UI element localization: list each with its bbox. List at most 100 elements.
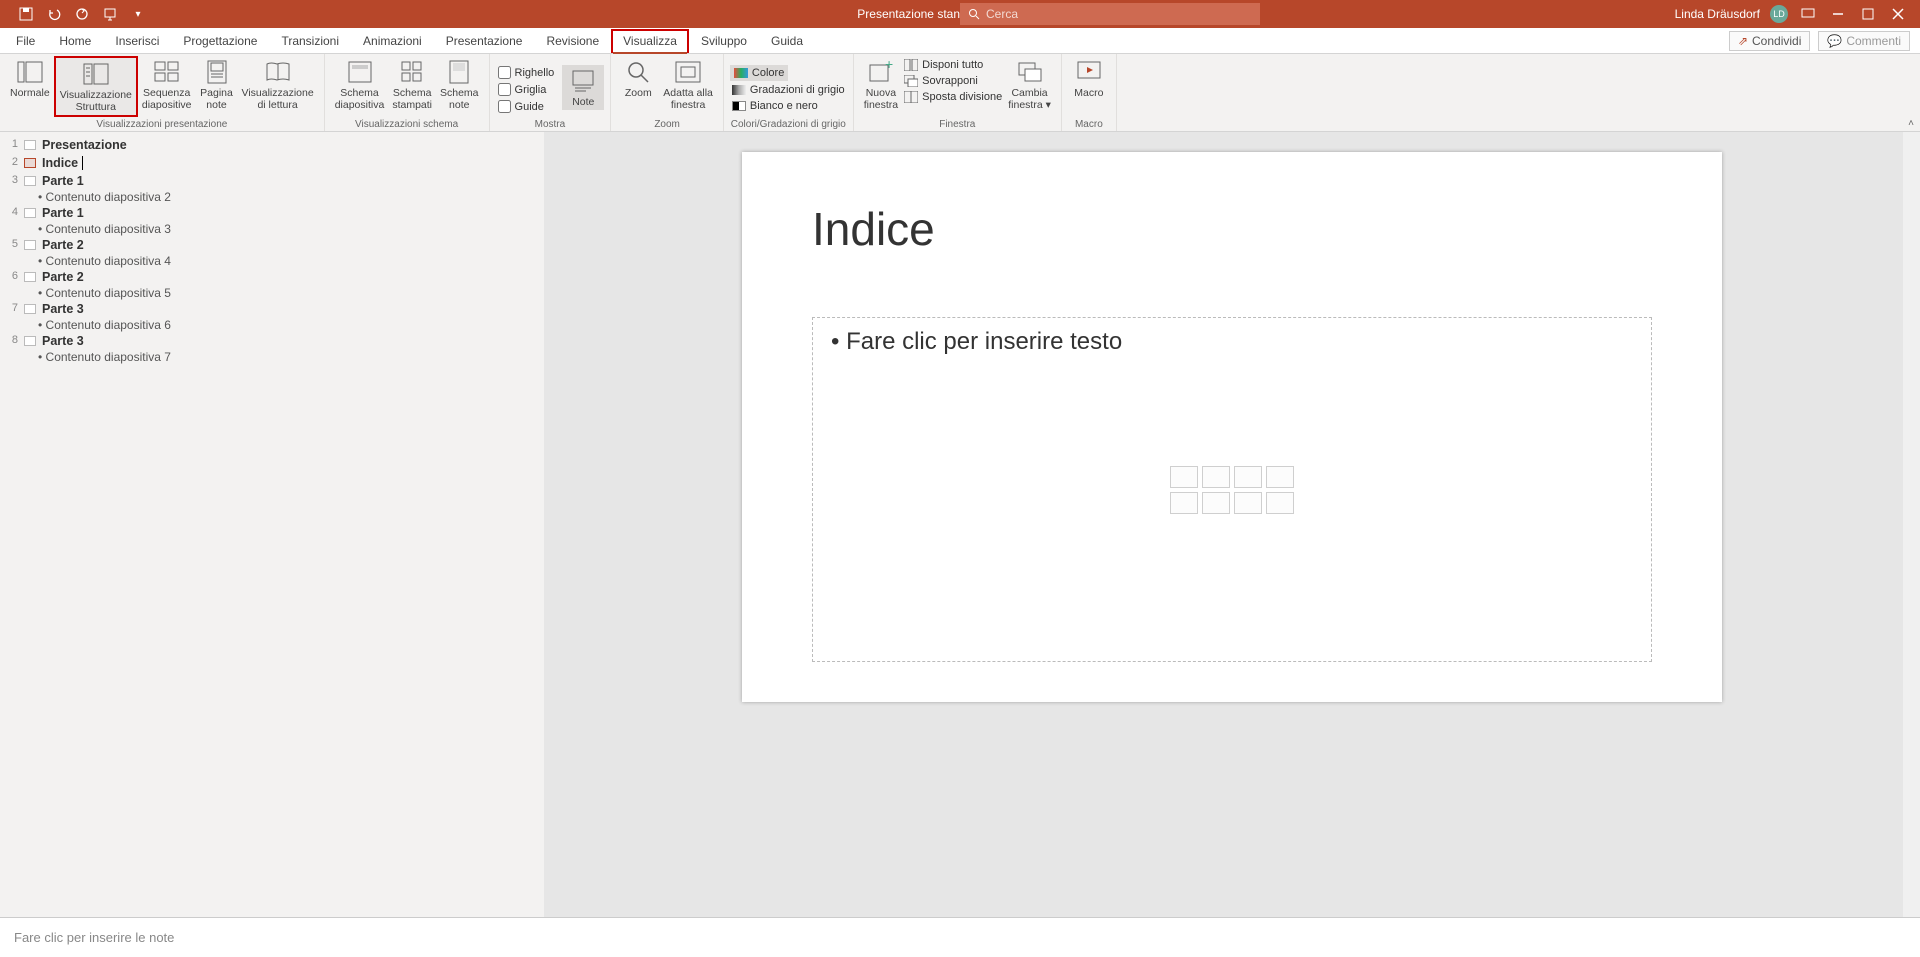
insert-video-icon[interactable] [1234, 492, 1262, 514]
note-button[interactable]: Note [562, 65, 604, 111]
outline-slide-thumb[interactable] [24, 304, 36, 314]
outline-slide-thumb[interactable] [24, 336, 36, 346]
schema-stampati-button[interactable]: Schema stampati [388, 56, 436, 113]
tab-guida[interactable]: Guida [759, 29, 815, 53]
search-box[interactable] [960, 3, 1260, 25]
pagina-note-button[interactable]: Pagina note [196, 56, 238, 113]
qat-customize-icon[interactable]: ▾ [130, 6, 146, 22]
outline-slide-item[interactable]: 3Parte 1 [8, 172, 536, 190]
tab-file[interactable]: File [4, 29, 47, 53]
nuova-finestra-button[interactable]: + Nuova finestra [860, 56, 902, 113]
colore-button[interactable]: Colore [730, 65, 788, 81]
visualizzazione-lettura-button[interactable]: Visualizzazione di lettura [238, 56, 318, 113]
redo-icon[interactable] [74, 6, 90, 22]
outline-slide-item[interactable]: 5Parte 2 [8, 236, 536, 254]
undo-icon[interactable] [46, 6, 62, 22]
switch-window-icon [1016, 58, 1044, 86]
outline-bullet[interactable]: • Contenuto diapositiva 4 [8, 254, 536, 268]
user-avatar[interactable]: LD [1770, 5, 1788, 23]
tab-inserisci[interactable]: Inserisci [103, 29, 171, 53]
outline-bullet[interactable]: • Contenuto diapositiva 6 [8, 318, 536, 332]
ribbon-display-icon[interactable] [1798, 6, 1818, 22]
arrange-all-icon [904, 59, 918, 71]
tab-transizioni[interactable]: Transizioni [269, 29, 351, 53]
outline-pane[interactable]: 1Presentazione2Indice 3Parte 1• Contenut… [0, 132, 544, 917]
placeholder-icons[interactable] [1170, 466, 1294, 514]
content-placeholder[interactable]: • Fare clic per inserire testo [812, 317, 1652, 662]
insert-chart-icon[interactable] [1202, 466, 1230, 488]
outline-slide-title[interactable]: Indice [42, 156, 83, 170]
move-split-icon [904, 91, 918, 103]
outline-slide-thumb[interactable] [24, 208, 36, 218]
collapse-ribbon-icon[interactable]: ˄ [1908, 118, 1914, 129]
outline-slide-title[interactable]: Parte 1 [42, 206, 84, 220]
bianco-nero-button[interactable]: Bianco e nero [730, 99, 820, 113]
outline-slide-thumb[interactable] [24, 176, 36, 186]
comments-button[interactable]: 💬Commenti [1818, 31, 1910, 51]
guide-checkbox[interactable]: Guide [496, 99, 557, 114]
tab-animazioni[interactable]: Animazioni [351, 29, 434, 53]
outline-slide-item[interactable]: 7Parte 3 [8, 300, 536, 318]
griglia-checkbox[interactable]: Griglia [496, 82, 557, 97]
tab-progettazione[interactable]: Progettazione [171, 29, 269, 53]
outline-slide-title[interactable]: Presentazione [42, 138, 127, 152]
insert-online-picture-icon[interactable] [1202, 492, 1230, 514]
schema-diapositiva-button[interactable]: Schema diapositiva [331, 56, 389, 113]
normale-button[interactable]: Normale [6, 56, 54, 102]
outline-slide-thumb[interactable] [24, 272, 36, 282]
maximize-icon[interactable] [1858, 6, 1878, 22]
vertical-scrollbar[interactable] [1903, 132, 1920, 917]
gradazioni-grigio-button[interactable]: Gradazioni di grigio [730, 83, 847, 97]
righello-checkbox[interactable]: Righello [496, 65, 557, 80]
tab-home[interactable]: Home [47, 29, 103, 53]
outline-slide-item[interactable]: 6Parte 2 [8, 268, 536, 286]
outline-slide-thumb[interactable] [24, 158, 36, 168]
insert-table-icon[interactable] [1170, 466, 1198, 488]
insert-icon-icon[interactable] [1266, 492, 1294, 514]
outline-slide-thumb[interactable] [24, 240, 36, 250]
outline-slide-item[interactable]: 1Presentazione [8, 136, 536, 154]
outline-bullet[interactable]: • Contenuto diapositiva 2 [8, 190, 536, 204]
slide-canvas[interactable]: Indice • Fare clic per inserire testo [742, 152, 1722, 702]
outline-slide-thumb[interactable] [24, 140, 36, 150]
minimize-icon[interactable] [1828, 6, 1848, 22]
tab-sviluppo[interactable]: Sviluppo [689, 29, 759, 53]
group-label: Macro [1068, 119, 1110, 131]
cambia-finestra-button[interactable]: Cambia finestra ▾ [1004, 56, 1055, 113]
sovrapponi-button[interactable]: Sovrapponi [902, 74, 1004, 88]
outline-slide-item[interactable]: 4Parte 1 [8, 204, 536, 222]
ribbon-tabs: File Home Inserisci Progettazione Transi… [0, 28, 1920, 54]
schema-note-button[interactable]: Schema note [436, 56, 483, 113]
sposta-divisione-button[interactable]: Sposta divisione [902, 90, 1004, 104]
insert-smartart-icon[interactable] [1234, 466, 1262, 488]
share-button[interactable]: ⇗Condividi [1729, 31, 1810, 51]
visualizzazione-struttura-button[interactable]: Visualizzazione Struttura [54, 56, 138, 117]
outline-slide-title[interactable]: Parte 2 [42, 270, 84, 284]
notes-pane[interactable]: Fare clic per inserire le note [0, 917, 1920, 957]
disponi-tutto-button[interactable]: Disponi tutto [902, 58, 1004, 72]
outline-slide-item[interactable]: 2Indice [8, 154, 536, 172]
search-input[interactable] [986, 7, 1252, 21]
outline-slide-item[interactable]: 8Parte 3 [8, 332, 536, 350]
tab-presentazione[interactable]: Presentazione [434, 29, 535, 53]
tab-visualizza[interactable]: Visualizza [611, 29, 689, 53]
outline-slide-title[interactable]: Parte 1 [42, 174, 84, 188]
adatta-finestra-button[interactable]: Adatta alla finestra [659, 56, 717, 113]
slide-title[interactable]: Indice [812, 202, 935, 256]
outline-slide-title[interactable]: Parte 3 [42, 302, 84, 316]
slideshow-icon[interactable] [102, 6, 118, 22]
tab-revisione[interactable]: Revisione [534, 29, 611, 53]
outline-slide-title[interactable]: Parte 3 [42, 334, 84, 348]
zoom-button[interactable]: Zoom [617, 56, 659, 102]
macro-button[interactable]: Macro [1068, 56, 1110, 102]
close-icon[interactable] [1888, 6, 1908, 22]
grayscale-icon [732, 85, 746, 95]
sequenza-diapositive-button[interactable]: Sequenza diapositive [138, 56, 196, 113]
insert-picture-icon[interactable] [1170, 492, 1198, 514]
insert-3d-icon[interactable] [1266, 466, 1294, 488]
save-icon[interactable] [18, 6, 34, 22]
outline-bullet[interactable]: • Contenuto diapositiva 7 [8, 350, 536, 364]
outline-slide-title[interactable]: Parte 2 [42, 238, 84, 252]
outline-bullet[interactable]: • Contenuto diapositiva 3 [8, 222, 536, 236]
outline-bullet[interactable]: • Contenuto diapositiva 5 [8, 286, 536, 300]
